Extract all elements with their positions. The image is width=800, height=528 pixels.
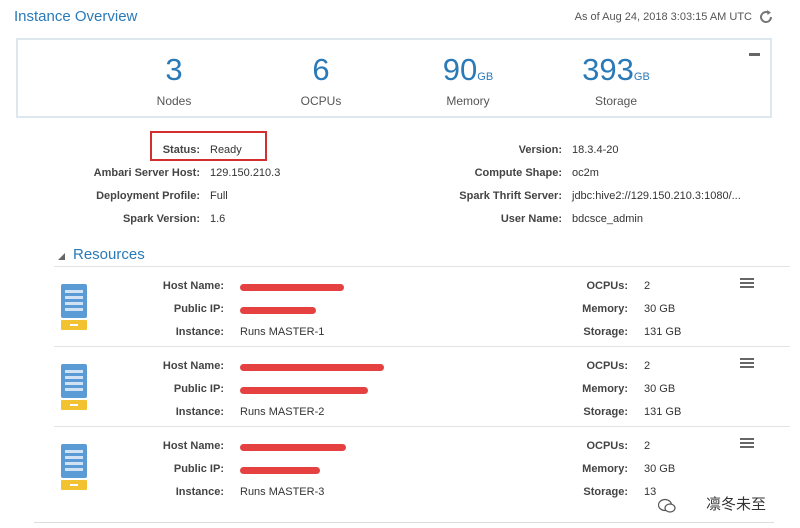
public-ip-label: Public IP: <box>173 383 224 395</box>
storage-label: Storage: <box>583 406 628 418</box>
spark-version-value: 1.6 <box>210 213 226 225</box>
memory-metric: 90GB Memory <box>408 52 528 108</box>
memory-value: 30 GB <box>644 303 676 315</box>
host-row: Host Name: Public IP: Instance: Runs MAS… <box>54 266 790 346</box>
ocpus-metric: 6 OCPUs <box>261 52 381 108</box>
instance-value: Runs MASTER-3 <box>240 486 325 498</box>
watermark-text: 凛冬未至 <box>705 496 766 513</box>
memory-label: Memory: <box>582 303 628 315</box>
refresh-icon[interactable] <box>758 9 774 25</box>
profile-label: Deployment Profile: <box>96 190 200 202</box>
instance-label: Instance: <box>175 406 224 418</box>
timestamp: As of Aug 24, 2018 3:03:15 AM UTC <box>574 11 752 23</box>
redacted-public-ip <box>240 307 316 314</box>
ocpus-count: 6 <box>312 52 330 87</box>
memory-unit: GB <box>477 71 494 83</box>
storage-value: 131 GB <box>644 406 682 418</box>
version-value: 18.3.4-20 <box>572 144 619 156</box>
public-ip-label: Public IP: <box>173 463 224 475</box>
divider <box>34 522 774 523</box>
storage-value: 131 GB <box>644 326 682 338</box>
host-row: Host Name: Public IP: Instance: Runs MAS… <box>54 426 790 506</box>
ocpus-label: OCPUs: <box>586 440 628 452</box>
resources-title: Resources <box>73 246 145 263</box>
ocpus-value: 2 <box>644 280 651 292</box>
public-ip-label: Public IP: <box>173 303 224 315</box>
ambari-value: 129.150.210.3 <box>210 167 281 179</box>
redacted-host-name <box>240 444 346 451</box>
expand-triangle-icon[interactable] <box>58 253 65 260</box>
ocpus-label: OCPUs: <box>586 280 628 292</box>
version-label: Version: <box>518 144 562 156</box>
ocpus-value: 2 <box>644 360 651 372</box>
shape-label: Compute Shape: <box>474 167 562 179</box>
host-name-label: Host Name: <box>162 280 224 292</box>
user-value: bdcsce_admin <box>572 213 643 225</box>
storage-label: Storage: <box>583 486 628 498</box>
memory-label: Memory <box>446 94 490 108</box>
redacted-host-name <box>240 364 384 371</box>
nodes-label: Nodes <box>156 94 192 108</box>
instance-value: Runs MASTER-1 <box>240 326 325 338</box>
instance-value: Runs MASTER-2 <box>240 406 325 418</box>
menu-icon[interactable] <box>740 278 754 290</box>
ocpus-value: 2 <box>644 440 651 452</box>
wechat-icon <box>658 498 676 513</box>
server-icon <box>61 364 87 410</box>
instance-label: Instance: <box>175 326 224 338</box>
host-name-label: Host Name: <box>162 440 224 452</box>
storage-label: Storage <box>594 94 638 108</box>
nodes-count: 3 <box>165 52 183 87</box>
ocpus-label: OCPUs: <box>586 360 628 372</box>
thrift-value: jdbc:hive2://129.150.210.3:1080/... <box>572 190 741 202</box>
redacted-public-ip <box>240 387 368 394</box>
summary-panel: 3 Nodes 6 OCPUs 90GB Memory 393GB Storag… <box>16 38 772 118</box>
page-title: Instance Overview <box>14 8 138 25</box>
memory-amount: 90 <box>442 52 478 87</box>
status-label: Status: <box>162 144 200 156</box>
storage-unit: GB <box>633 71 650 83</box>
server-icon <box>61 444 87 490</box>
storage-amount: 393 <box>582 52 634 87</box>
storage-metric: 393GB Storage <box>556 52 676 108</box>
shape-value: oc2m <box>572 167 599 179</box>
redacted-host-name <box>240 284 344 291</box>
server-icon <box>61 284 87 330</box>
host-row: Host Name: Public IP: Instance: Runs MAS… <box>54 346 790 426</box>
storage-value: 13 <box>644 486 657 498</box>
menu-icon[interactable] <box>740 358 754 370</box>
thrift-label: Spark Thrift Server: <box>459 190 562 202</box>
collapse-icon[interactable] <box>749 53 760 56</box>
redacted-public-ip <box>240 467 320 474</box>
menu-icon[interactable] <box>740 438 754 450</box>
memory-label: Memory: <box>582 383 628 395</box>
user-label: User Name: <box>500 213 562 225</box>
status-value: Ready <box>210 144 242 156</box>
ambari-label: Ambari Server Host: <box>93 167 200 179</box>
memory-label: Memory: <box>582 463 628 475</box>
ocpus-label: OCPUs <box>300 94 342 108</box>
nodes-metric: 3 Nodes <box>114 52 234 108</box>
storage-label: Storage: <box>583 326 628 338</box>
host-name-label: Host Name: <box>162 360 224 372</box>
memory-value: 30 GB <box>644 463 676 475</box>
instance-label: Instance: <box>175 486 224 498</box>
spark-version-label: Spark Version: <box>122 213 200 225</box>
profile-value: Full <box>210 190 228 202</box>
memory-value: 30 GB <box>644 383 676 395</box>
